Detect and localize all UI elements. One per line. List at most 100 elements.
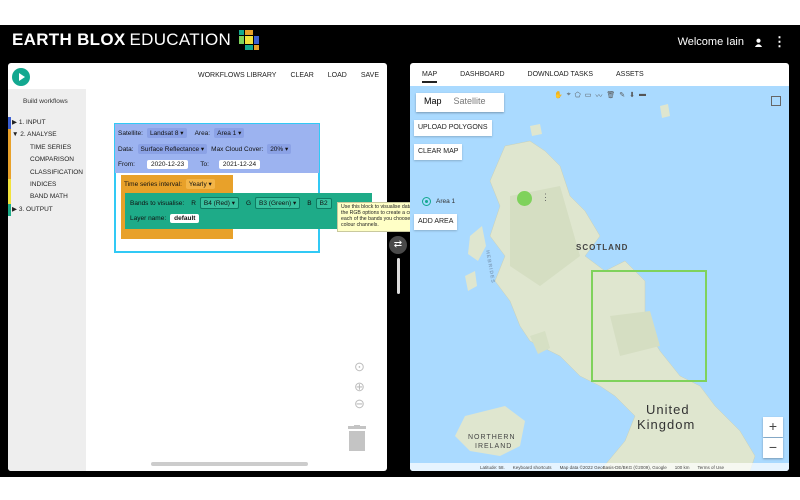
edit-icon[interactable]: ✎ bbox=[619, 91, 625, 101]
tab-dashboard[interactable]: DASHBOARD bbox=[460, 71, 504, 83]
keyboard-shortcuts-link[interactable]: Keyboard shortcuts bbox=[513, 465, 552, 470]
category-color-bar bbox=[8, 141, 11, 155]
data-dropdown[interactable]: Surface Reflectance ▾ bbox=[137, 144, 208, 154]
category-label: COMPARISON bbox=[30, 156, 74, 164]
area-dropdown[interactable]: Area 1 ▾ bbox=[214, 128, 245, 138]
brand-logo: EARTH BLOX EDUCATION bbox=[12, 30, 260, 50]
map-attribution: Map data ©2022 GeoBasis-DE/BKG (©2009), … bbox=[559, 464, 667, 470]
ruler-icon[interactable]: ▬ bbox=[639, 91, 646, 101]
category-color-bar bbox=[8, 166, 11, 179]
area-layer-label: Area 1 bbox=[436, 198, 456, 205]
toolbox-category[interactable]: ▶ 1. INPUT bbox=[8, 117, 86, 130]
fullscreen-icon[interactable] bbox=[771, 96, 781, 106]
zoom-in-icon[interactable]: ⊕ bbox=[354, 379, 365, 395]
category-color-bar bbox=[8, 129, 11, 142]
map-view[interactable]: Map Satellite ✋ ⌖ ⬠ ▭ 〰 🗑 ✎ ⬇ ▬ UPLOAD P… bbox=[410, 86, 789, 471]
trash-icon[interactable] bbox=[347, 425, 367, 451]
interval-dropdown[interactable]: Yearly ▾ bbox=[185, 179, 215, 189]
add-area-button[interactable]: ADD AREA bbox=[414, 214, 458, 230]
category-label: BAND MATH bbox=[30, 193, 68, 201]
save-button[interactable]: SAVE bbox=[361, 72, 379, 79]
marker-icon[interactable]: ⌖ bbox=[567, 91, 571, 101]
load-button[interactable]: LOAD bbox=[328, 72, 347, 79]
label-ireland: IRELAND bbox=[475, 443, 513, 450]
workspace-nav: WORKFLOWS LIBRARY CLEAR LOAD SAVE bbox=[198, 72, 379, 79]
label-northern: NORTHERN bbox=[468, 434, 516, 441]
brand-name: EARTH BLOX bbox=[12, 30, 126, 49]
toolbox-category[interactable]: TIME SERIES bbox=[8, 141, 86, 155]
area-color-swatch bbox=[517, 191, 532, 206]
satellite-dropdown[interactable]: Landsat 8 ▾ bbox=[146, 128, 187, 138]
line-icon[interactable]: 〰 bbox=[595, 91, 602, 101]
earth-blox-logo-icon bbox=[239, 30, 260, 50]
toolbox-category[interactable]: BAND MATH bbox=[8, 191, 86, 204]
label-united: United bbox=[646, 402, 690, 417]
to-date-field[interactable]: 2021-12-24 bbox=[218, 160, 261, 169]
user-icon bbox=[754, 38, 763, 47]
workspace-h-scrollbar[interactable] bbox=[151, 462, 308, 466]
zoom-out-icon[interactable]: ⊖ bbox=[354, 396, 365, 412]
user-menu[interactable]: Welcome Iain ⋮ bbox=[678, 34, 786, 50]
download-icon[interactable]: ⬇ bbox=[629, 91, 635, 101]
bands-label: Bands to visualise: bbox=[130, 199, 185, 207]
red-band-dropdown[interactable]: B4 (Red) ▾ bbox=[199, 197, 239, 209]
map-type-map[interactable]: Map bbox=[416, 93, 442, 112]
area-radio[interactable] bbox=[422, 197, 431, 206]
block-toolbox: Build workflows ▶ 1. INPUT ▼ 2. ANALYSE TI… bbox=[8, 89, 86, 471]
blue-channel-label: B bbox=[307, 199, 312, 207]
map-type-toggle[interactable]: Map Satellite bbox=[416, 93, 504, 112]
layer-name-field[interactable]: default bbox=[170, 214, 200, 223]
visualise-block[interactable]: Bands to visualise: R B4 (Red) ▾ G B3 (G… bbox=[125, 193, 372, 229]
clear-map-button[interactable]: CLEAR MAP bbox=[414, 144, 463, 160]
green-channel-label: G bbox=[245, 199, 252, 207]
panel-splitter[interactable] bbox=[397, 258, 400, 294]
more-menu-icon[interactable]: ⋮ bbox=[773, 34, 786, 50]
tab-map[interactable]: MAP bbox=[422, 71, 438, 83]
rectangle-icon[interactable]: ▭ bbox=[585, 91, 592, 101]
toolbox-category[interactable]: INDICES bbox=[8, 178, 86, 192]
toolbox-category[interactable]: ▼ 2. ANALYSE bbox=[8, 129, 86, 142]
map-zoom-in-button[interactable]: + bbox=[763, 417, 783, 437]
input-block[interactable]: Satellite: Landsat 8 ▾ Area: Area 1 ▾ Da… bbox=[115, 124, 319, 173]
category-label: 3. OUTPUT bbox=[18, 205, 53, 213]
blue-band-dropdown[interactable]: B2 bbox=[315, 197, 332, 209]
from-date-field[interactable]: 2020-12-23 bbox=[146, 160, 189, 169]
terms-link[interactable]: Terms of Use bbox=[698, 465, 725, 470]
toolbox-category[interactable]: COMPARISON bbox=[8, 154, 86, 167]
to-label: To: bbox=[200, 161, 209, 168]
brand-edition: EDUCATION bbox=[129, 30, 232, 49]
map-footer: Latitude: 58. Keyboard shortcuts Map dat… bbox=[410, 463, 789, 471]
map-panel: MAP DASHBOARD DOWNLOAD TASKS ASSETS Map … bbox=[410, 63, 789, 471]
workflows-library-button[interactable]: WORKFLOWS LIBRARY bbox=[198, 72, 276, 79]
clear-button[interactable]: CLEAR bbox=[290, 72, 313, 79]
polygon-icon[interactable]: ⬠ bbox=[575, 91, 581, 101]
area-label: Area: bbox=[194, 129, 211, 137]
from-label: From: bbox=[118, 161, 135, 168]
upload-polygons-button[interactable]: UPLOAD POLYGONS bbox=[414, 120, 492, 136]
category-color-bar bbox=[8, 117, 11, 130]
tab-assets[interactable]: ASSETS bbox=[616, 71, 644, 83]
latitude-readout: Latitude: 58. bbox=[480, 464, 505, 470]
tab-download-tasks[interactable]: DOWNLOAD TASKS bbox=[528, 71, 593, 83]
cloud-cover-dropdown[interactable]: 20% ▾ bbox=[267, 144, 292, 154]
category-label: 1. INPUT bbox=[18, 119, 46, 126]
area-options-icon[interactable]: ⋮ bbox=[541, 192, 550, 203]
run-workflow-button[interactable] bbox=[12, 68, 30, 86]
recenter-icon[interactable]: ⊙ bbox=[354, 359, 365, 375]
satellite-label: Satellite: bbox=[118, 129, 143, 137]
category-color-bar bbox=[8, 154, 11, 167]
hand-icon[interactable]: ✋ bbox=[554, 91, 563, 101]
area-layer-item[interactable]: Area 1 bbox=[422, 197, 455, 206]
label-scotland: SCOTLAND bbox=[576, 243, 629, 252]
map-type-satellite[interactable]: Satellite bbox=[442, 93, 486, 112]
toolbox-category[interactable]: CLASSIFICATION bbox=[8, 166, 86, 179]
green-band-dropdown[interactable]: B3 (Green) ▾ bbox=[255, 197, 301, 209]
delete-shape-icon[interactable]: 🗑 bbox=[606, 91, 615, 101]
drawing-toolbar: ✋ ⌖ ⬠ ▭ 〰 🗑 ✎ ⬇ ▬ bbox=[554, 91, 646, 101]
panel-swap-icon[interactable]: ⇄ bbox=[389, 236, 407, 254]
map-zoom-out-button[interactable]: − bbox=[763, 438, 783, 458]
toolbox-category[interactable]: ▶ 3. OUTPUT bbox=[8, 203, 86, 217]
welcome-text: Welcome Iain bbox=[677, 36, 744, 48]
category-color-bar bbox=[8, 191, 11, 204]
category-color-bar bbox=[8, 178, 11, 192]
